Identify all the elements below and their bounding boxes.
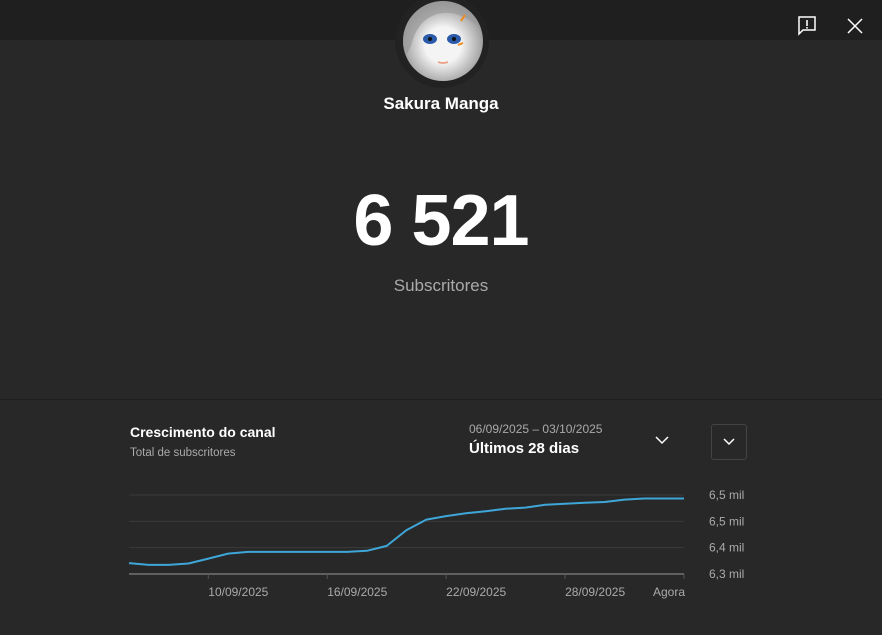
subscriber-label: Subscritores bbox=[393, 276, 489, 295]
y-tick-label: 6,5 mil bbox=[709, 488, 744, 502]
x-tick-label: Agora bbox=[653, 585, 685, 599]
close-icon[interactable] bbox=[843, 14, 867, 38]
subscriber-line bbox=[128, 497, 684, 566]
period-selector[interactable]: Últimos 28 dias bbox=[469, 440, 579, 457]
x-tick-label: 28/09/2025 bbox=[565, 585, 625, 599]
expand-button[interactable] bbox=[711, 424, 747, 460]
feedback-icon[interactable] bbox=[795, 14, 819, 38]
y-tick-label: 6,5 mil bbox=[709, 514, 744, 528]
subscriber-count: 6 521 bbox=[353, 181, 529, 261]
y-tick-label: 6,3 mil bbox=[709, 567, 744, 581]
chevron-down-icon bbox=[723, 438, 735, 446]
y-tick-label: 6,4 mil bbox=[709, 541, 744, 555]
divider bbox=[0, 399, 882, 400]
x-tick-label: 16/09/2025 bbox=[327, 585, 387, 599]
x-tick-label: 22/09/2025 bbox=[446, 585, 506, 599]
date-range: 06/09/2025 – 03/10/2025 bbox=[469, 422, 603, 436]
channel-name: Sakura Manga bbox=[383, 94, 499, 113]
chevron-down-icon[interactable] bbox=[652, 430, 672, 450]
growth-subtitle: Total de subscritores bbox=[130, 447, 236, 459]
growth-title: Crescimento do canal bbox=[130, 424, 276, 440]
x-tick-label: 10/09/2025 bbox=[208, 585, 268, 599]
channel-avatar[interactable] bbox=[403, 1, 483, 81]
